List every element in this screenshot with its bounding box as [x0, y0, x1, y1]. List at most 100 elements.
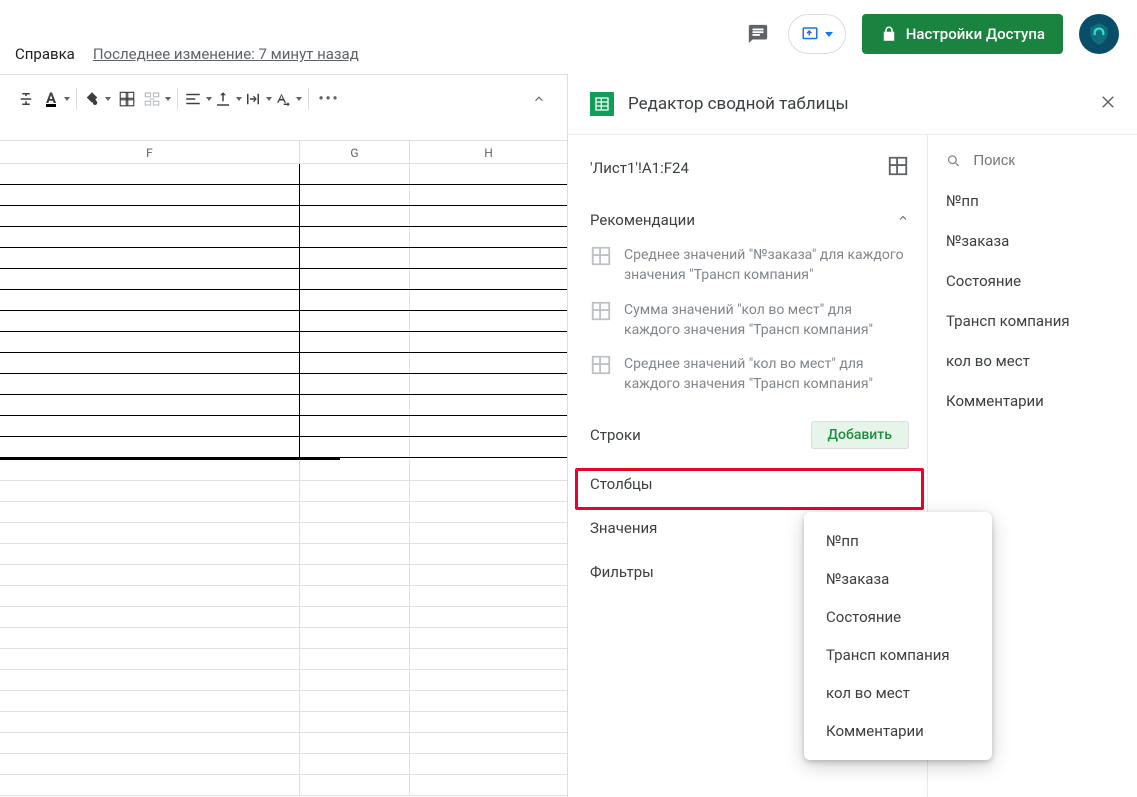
table-row[interactable] — [0, 311, 567, 332]
table-row[interactable] — [0, 290, 567, 311]
field-search[interactable] — [946, 151, 1119, 170]
add-field-menu: №пп №заказа Состояние Трансп компания ко… — [804, 512, 992, 760]
suggestion-item[interactable]: Сумма значений "кол во мест" для каждого… — [590, 300, 909, 341]
menu-item[interactable]: Трансп компания — [804, 636, 992, 674]
table-row[interactable] — [0, 607, 567, 628]
field-item[interactable]: Трансп компания — [946, 312, 1119, 330]
data-range[interactable]: 'Лист1'!A1:F24 — [590, 159, 879, 177]
chevron-up-icon — [897, 212, 909, 228]
table-row[interactable] — [0, 185, 567, 206]
menu-item[interactable]: №пп — [804, 522, 992, 560]
recommendations-header[interactable]: Рекомендации — [590, 211, 909, 229]
field-item[interactable]: Комментарии — [946, 392, 1119, 410]
column-headers: F G H — [0, 140, 567, 164]
menu-item[interactable]: Состояние — [804, 598, 992, 636]
merge-cells-button[interactable] — [143, 85, 171, 113]
col-header-f[interactable]: F — [0, 141, 300, 163]
text-wrap-button[interactable] — [244, 85, 272, 113]
field-item[interactable]: Состояние — [946, 272, 1119, 290]
table-row[interactable] — [0, 164, 567, 185]
select-range-button[interactable] — [887, 155, 909, 181]
values-label: Значения — [590, 519, 657, 537]
spreadsheet-grid[interactable]: F G H — [0, 140, 567, 797]
table-row[interactable] — [0, 712, 567, 733]
comment-history-button[interactable] — [744, 20, 772, 48]
avatar[interactable] — [1079, 14, 1119, 54]
chevron-up-icon — [532, 92, 546, 106]
suggestion-item[interactable]: Среднее значений "№заказа" для каждого з… — [590, 245, 909, 286]
table-row[interactable] — [0, 206, 567, 227]
toolbar-separator — [177, 88, 178, 110]
table-row[interactable] — [0, 502, 567, 523]
vertical-align-button[interactable] — [214, 85, 242, 113]
menu-help[interactable]: Справка — [15, 45, 75, 63]
table-row[interactable] — [0, 353, 567, 374]
table-row[interactable] — [0, 733, 567, 754]
table-row[interactable] — [0, 586, 567, 607]
filters-label: Фильтры — [590, 563, 654, 581]
fill-color-button[interactable] — [83, 85, 111, 113]
table-row[interactable] — [0, 691, 567, 712]
available-fields: №пп №заказа Состояние Трансп компания ко… — [946, 192, 1119, 410]
table-row[interactable] — [0, 248, 567, 269]
menu-item[interactable]: кол во мест — [804, 674, 992, 712]
more-tools-button[interactable]: ••• — [315, 85, 343, 113]
table-row[interactable] — [0, 481, 567, 502]
add-rows-button[interactable]: Добавить — [811, 421, 909, 449]
collapse-toolbar-button[interactable] — [530, 85, 548, 113]
text-color-button[interactable]: A — [42, 85, 70, 113]
strikethrough-button[interactable] — [12, 85, 40, 113]
field-item[interactable]: №заказа — [946, 232, 1119, 250]
table-row[interactable] — [0, 649, 567, 670]
col-header-h[interactable]: H — [410, 141, 567, 163]
valign-bottom-icon — [214, 90, 232, 108]
share-label: Настройки Доступа — [906, 25, 1045, 43]
table-row[interactable] — [0, 565, 567, 586]
more-icon: ••• — [318, 91, 339, 107]
last-change-link[interactable]: Последнее изменение: 7 минут назад — [93, 45, 359, 63]
toolbar: A ••• — [12, 85, 343, 113]
horizontal-align-button[interactable] — [184, 85, 212, 113]
table-row[interactable] — [0, 269, 567, 290]
present-icon — [801, 25, 819, 43]
present-button[interactable] — [788, 14, 846, 54]
table-row[interactable] — [0, 544, 567, 565]
recommendations-label: Рекомендации — [590, 211, 695, 229]
suggestion-text: Среднее значений "кол во мест" для каждо… — [624, 354, 909, 395]
suggestion-item[interactable]: Среднее значений "кол во мест" для каждо… — [590, 354, 909, 395]
table-row[interactable] — [0, 523, 567, 544]
app-header: Справка Последнее изменение: 7 минут наз… — [0, 0, 1137, 74]
borders-button[interactable] — [113, 85, 141, 113]
table-row[interactable] — [0, 754, 567, 775]
table-row[interactable] — [0, 775, 567, 796]
avatar-icon — [1086, 21, 1112, 47]
share-button[interactable]: Настройки Доступа — [862, 14, 1063, 54]
table-row[interactable] — [0, 460, 567, 481]
table-row[interactable] — [0, 628, 567, 649]
table-row[interactable] — [0, 332, 567, 353]
table-row[interactable] — [0, 416, 567, 437]
grid-range-icon — [887, 155, 909, 177]
table-row[interactable] — [0, 395, 567, 416]
text-rotation-button[interactable] — [274, 85, 302, 113]
search-input[interactable] — [971, 151, 1119, 170]
menu-item[interactable]: №заказа — [804, 560, 992, 598]
columns-label: Столбцы — [590, 475, 653, 493]
toolbar-separator — [308, 88, 309, 110]
table-row[interactable] — [0, 437, 567, 458]
merge-icon — [143, 90, 161, 108]
toolbar-separator — [76, 88, 77, 110]
rotation-icon — [274, 90, 292, 108]
table-row[interactable] — [0, 374, 567, 395]
suggestion-icon — [590, 245, 612, 286]
paint-bucket-icon — [83, 90, 101, 108]
table-row[interactable] — [0, 670, 567, 691]
col-header-g[interactable]: G — [300, 141, 410, 163]
close-panel-button[interactable] — [1099, 93, 1117, 115]
menu-item[interactable]: Комментарии — [804, 712, 992, 750]
table-row[interactable] — [0, 227, 567, 248]
close-icon — [1099, 93, 1117, 111]
field-item[interactable]: №пп — [946, 192, 1119, 210]
comment-icon — [747, 23, 769, 45]
field-item[interactable]: кол во мест — [946, 352, 1119, 370]
